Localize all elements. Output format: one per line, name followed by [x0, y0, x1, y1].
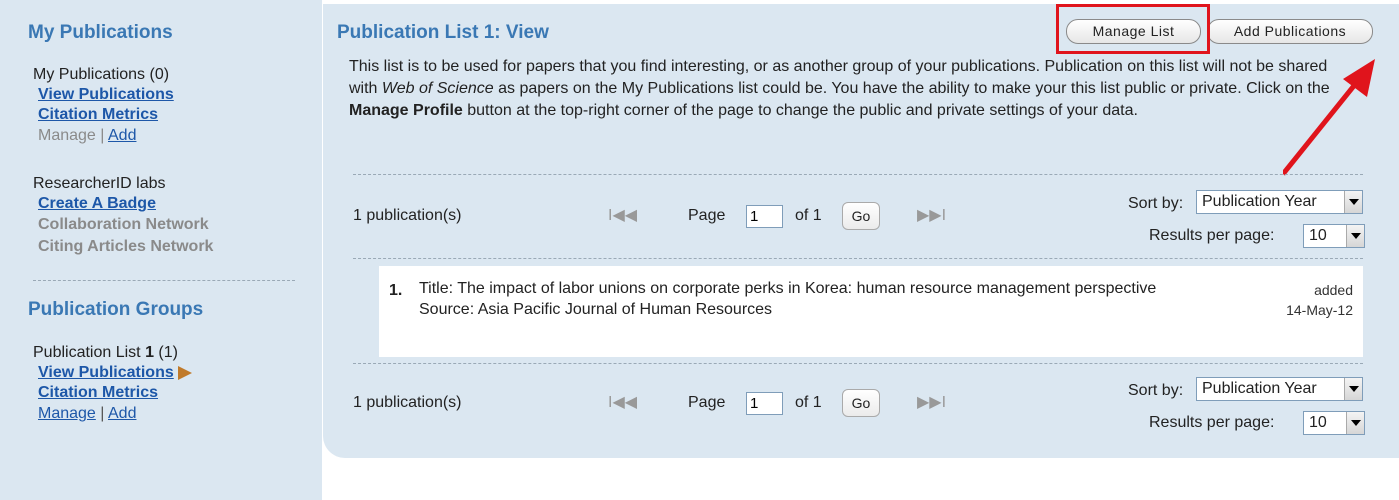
page-number-input[interactable] [746, 205, 783, 228]
my-publications-count: My Publications (0) [33, 66, 170, 83]
red-arrow-icon [1283, 59, 1375, 176]
my-publications-heading: My Publications [28, 22, 173, 43]
current-arrow-icon [177, 365, 192, 380]
record-title: Title: The impact of labor unions on cor… [419, 280, 1157, 297]
publication-count: 1 publication(s) [353, 207, 462, 224]
go-button[interactable]: Go [842, 202, 880, 230]
view-publications-link[interactable]: View Publications [38, 85, 322, 105]
add-link[interactable]: Add [108, 127, 136, 144]
record-number: 1. [389, 282, 403, 299]
citation-metrics-link[interactable]: Citation Metrics [38, 105, 322, 125]
group-label-num: 1 [145, 344, 154, 361]
group-add-link[interactable]: Add [108, 405, 136, 422]
of-total-label: of 1 [795, 207, 822, 224]
group-view-publications-link[interactable]: View Publications [38, 364, 174, 381]
page-label: Page [688, 207, 726, 224]
go-button[interactable]: Go [842, 389, 880, 417]
publication-list-panel: Publication List 1: View Manage List Add… [323, 4, 1399, 458]
sidebar-divider [33, 280, 295, 281]
separator: | [95, 127, 108, 144]
highlight-box [1056, 4, 1210, 54]
group-view-row: View Publications [38, 363, 322, 383]
results-per-page-label: Results per page: [1149, 414, 1275, 431]
sort-by-label: Sort by: [1128, 382, 1184, 399]
dropdown-arrow-icon [1346, 412, 1364, 434]
publication-groups-heading: Publication Groups [28, 299, 204, 320]
page-label: Page [688, 394, 726, 411]
pager-top: 1 publication(s) I◀◀ Page of 1 Go ▶▶I So… [353, 190, 1368, 248]
group-publication-list-1: Publication List 1 (1) [33, 342, 322, 363]
last-page-icon[interactable]: ▶▶I [917, 205, 946, 225]
first-page-icon[interactable]: I◀◀ [608, 205, 637, 225]
group-label-count: (1) [153, 344, 178, 361]
last-page-icon[interactable]: ▶▶I [917, 392, 946, 412]
sidebar: My Publications My Publications (0) View… [0, 0, 322, 500]
pager-bottom: 1 publication(s) I◀◀ Page of 1 Go ▶▶I So… [353, 377, 1368, 435]
group-citation-metrics-link[interactable]: Citation Metrics [38, 383, 322, 403]
manage-link: Manage [38, 127, 96, 144]
sort-by-select[interactable]: Publication Year [1196, 190, 1363, 214]
group-manage-link[interactable]: Manage [38, 405, 96, 422]
record-added: added 14-May-12 [1286, 280, 1353, 320]
results-per-page-label: Results per page: [1149, 227, 1275, 244]
panel-title: Publication List 1: View [337, 22, 549, 43]
record-details: Title: The impact of labor unions on cor… [419, 278, 1209, 320]
added-label: added [1314, 282, 1353, 298]
publication-record: 1. Title: The impact of labor unions on … [379, 266, 1363, 357]
citing-articles-network-item: Citing Articles Network [38, 238, 214, 255]
group-label-prefix: Publication List [33, 344, 146, 361]
dropdown-arrow-icon [1344, 191, 1362, 213]
manage-add-row: Manage | Add [38, 125, 322, 147]
divider-mid [353, 258, 1363, 259]
record-source: Source: Asia Pacific Journal of Human Re… [419, 301, 773, 318]
collaboration-network-item: Collaboration Network [38, 216, 209, 233]
of-total-label: of 1 [795, 394, 822, 411]
publication-count: 1 publication(s) [353, 394, 462, 411]
results-per-page-select[interactable]: 10 [1303, 411, 1365, 435]
divider-top [353, 174, 1363, 175]
list-description: This list is to be used for papers that … [349, 58, 1330, 119]
added-date: 14-May-12 [1286, 302, 1353, 318]
group-manage-add-row: Manage | Add [38, 403, 322, 425]
dropdown-arrow-icon [1344, 378, 1362, 400]
add-publications-button[interactable]: Add Publications [1207, 19, 1373, 44]
create-badge-link[interactable]: Create A Badge [38, 194, 322, 214]
results-per-page-select[interactable]: 10 [1303, 224, 1365, 248]
sort-by-select[interactable]: Publication Year [1196, 377, 1363, 401]
sort-by-label: Sort by: [1128, 195, 1184, 212]
dropdown-arrow-icon [1346, 225, 1364, 247]
first-page-icon[interactable]: I◀◀ [608, 392, 637, 412]
separator: | [95, 405, 108, 422]
page-number-input[interactable] [746, 392, 783, 415]
divider-bottom [353, 363, 1363, 364]
labs-heading: ResearcherID labs [33, 175, 166, 192]
